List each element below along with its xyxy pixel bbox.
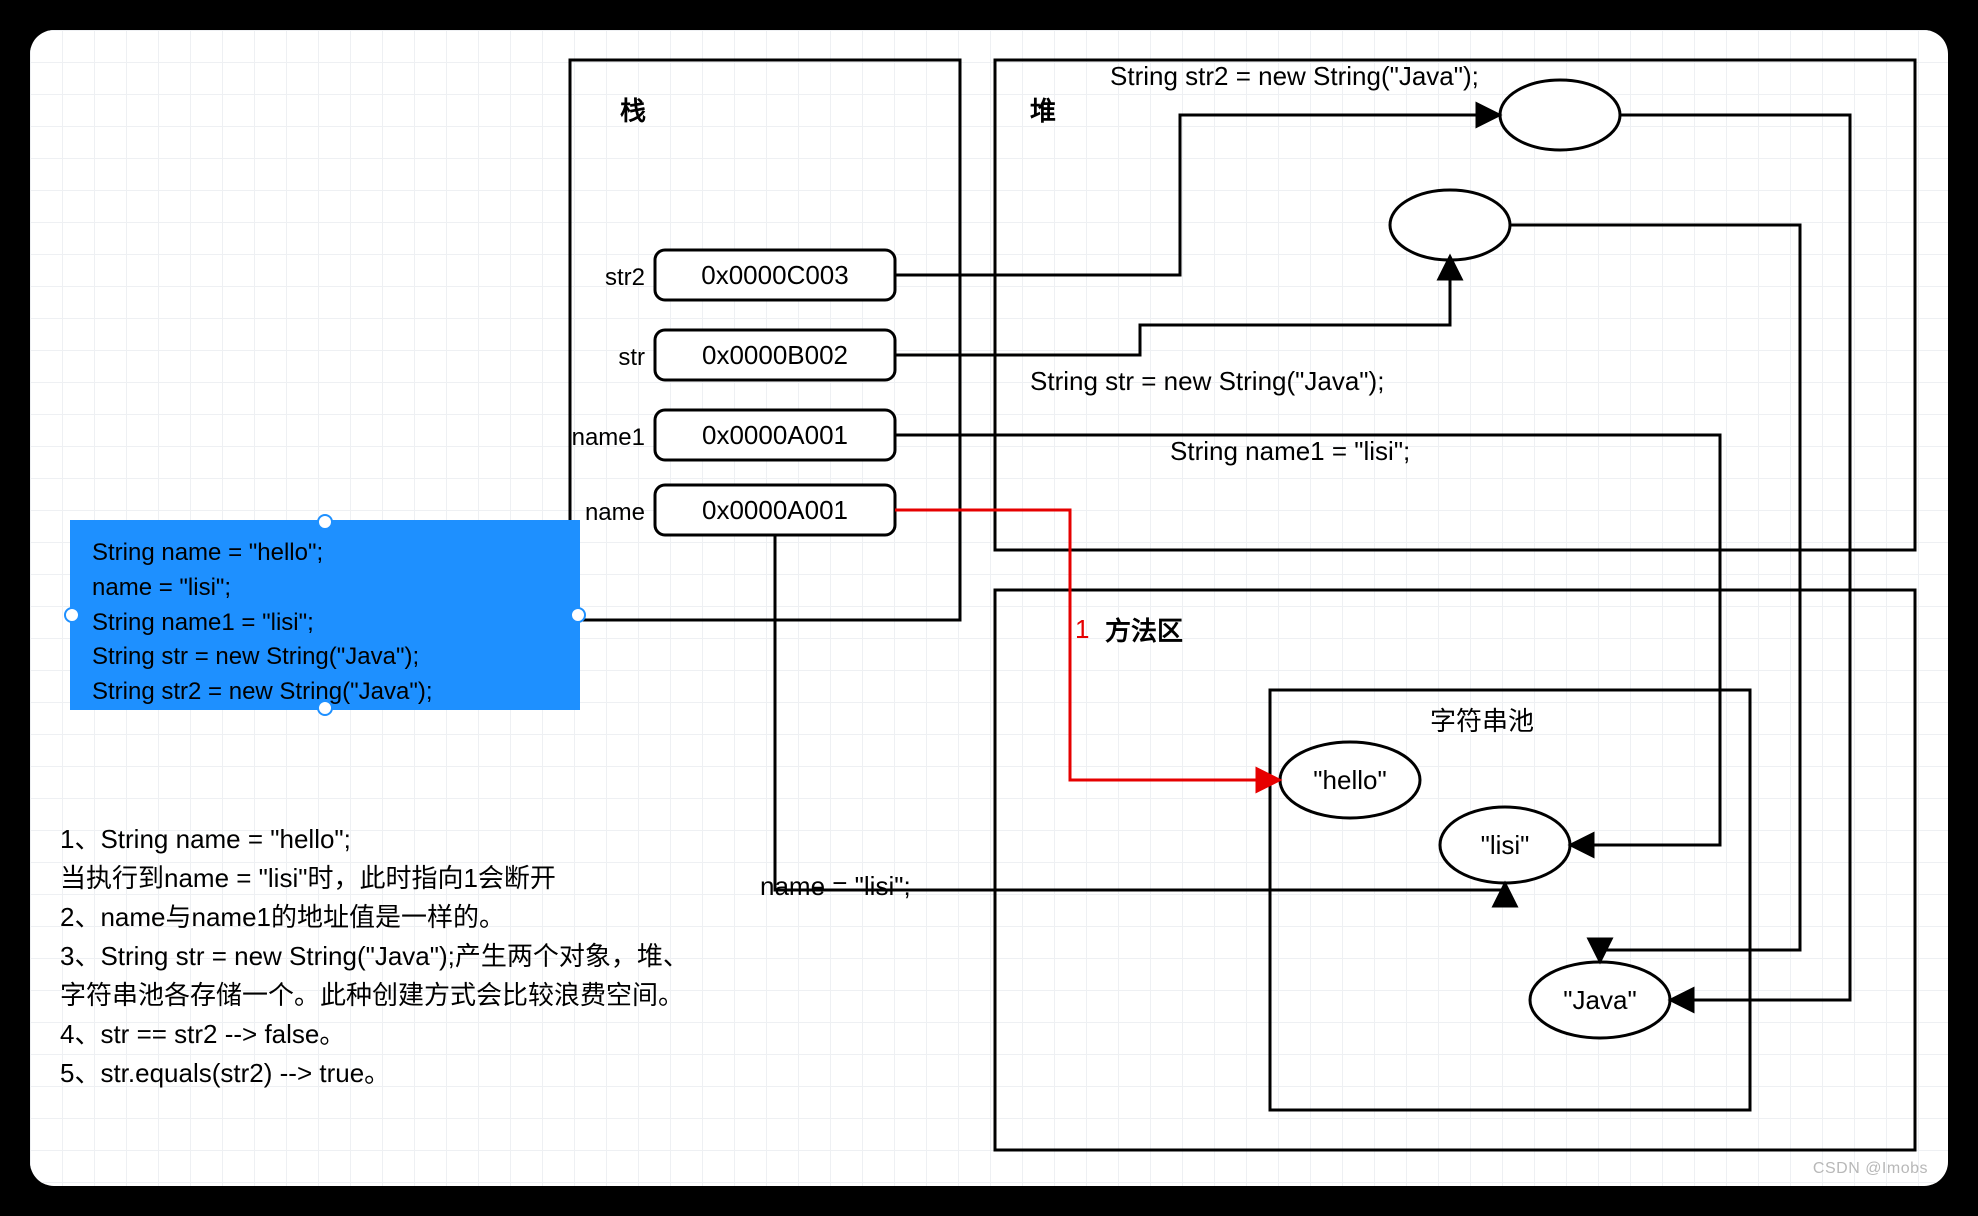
pool-lisi-text: "lisi": [1481, 830, 1530, 860]
method-area-box: 方法区 name = "lisi"; 字符串池 "hello" "lisi" "…: [760, 590, 1915, 1150]
diagram-canvas: 栈 str2 0x0000C003 str 0x0000B002 name1 0…: [30, 30, 1948, 1186]
code-line-1: String name = "hello";: [92, 536, 558, 571]
arrow-name-to-lisi: [775, 535, 1505, 890]
method-area-title: 方法区: [1105, 616, 1183, 646]
heap-anno-name1: String name1 = "lisi";: [1170, 436, 1410, 466]
red-line-label: 1: [1075, 614, 1089, 644]
note-5: 5、str.equals(str2) --> true。: [60, 1054, 780, 1093]
string-pool-title: 字符串池: [1430, 706, 1534, 736]
pool-hello-text: "hello": [1313, 765, 1386, 795]
stack-var-name1: name1: [572, 424, 645, 451]
selection-handle-right[interactable]: [570, 607, 586, 623]
heap-title: 堆: [1030, 96, 1056, 126]
heap-anno-str: String str = new String("Java");: [1030, 366, 1384, 396]
selection-handle-left[interactable]: [64, 607, 80, 623]
code-block[interactable]: String name = "hello"; name = "lisi"; St…: [70, 520, 580, 710]
pool-java-text: "Java": [1563, 985, 1636, 1015]
note-3a: 3、String str = new String("Java");产生两个对象…: [60, 937, 780, 976]
heap-object-str: [1390, 190, 1510, 260]
selection-handle-top[interactable]: [317, 514, 333, 530]
stack-var-str2: str2: [605, 264, 645, 291]
code-line-2: name = "lisi";: [92, 571, 558, 606]
stack-var-name: name: [585, 499, 645, 526]
stack-addr-str: 0x0000B002: [702, 340, 848, 370]
stack-var-str: str: [618, 344, 645, 371]
stack-addr-name: 0x0000A001: [702, 495, 848, 525]
selection-handle-bottom[interactable]: [317, 700, 333, 716]
stack-addr-str2: 0x0000C003: [701, 260, 848, 290]
arrow-str-to-heap: [895, 258, 1450, 355]
watermark: CSDN @Imobs: [1813, 1160, 1928, 1178]
note-1a: 1、String name = "hello";: [60, 820, 780, 859]
code-line-3: String name1 = "lisi";: [92, 606, 558, 641]
notes-block: 1、String name = "hello"; 当执行到name = "lis…: [60, 820, 780, 1093]
stack-box: 栈 str2 0x0000C003 str 0x0000B002 name1 0…: [570, 60, 960, 620]
note-1b: 当执行到name = "lisi"时，此时指向1会断开: [60, 859, 780, 898]
arrow-heapstr2-to-java: [1620, 115, 1850, 1000]
note-2: 2、name与name1的地址值是一样的。: [60, 898, 780, 937]
name-assign-label: name = "lisi";: [760, 871, 911, 901]
heap-anno-str2: String str2 = new String("Java");: [1110, 61, 1479, 91]
code-line-4: String str = new String("Java");: [92, 640, 558, 675]
heap-box: 堆 String str2 = new String("Java"); Stri…: [995, 60, 1915, 550]
stack-title: 栈: [620, 96, 646, 126]
stack-addr-name1: 0x0000A001: [702, 420, 848, 450]
heap-object-str2: [1500, 80, 1620, 150]
note-3b: 字符串池各存储一个。此种创建方式会比较浪费空间。: [60, 976, 780, 1015]
note-4: 4、str == str2 --> false。: [60, 1015, 780, 1054]
